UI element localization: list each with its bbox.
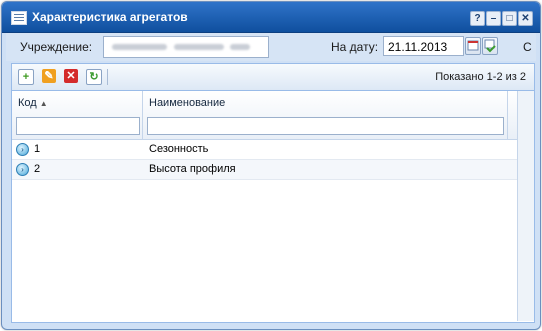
toolbar: + ✎ ✕ ↻ Показано 1-2 из 2 bbox=[12, 64, 534, 91]
maximize-button[interactable]: □ bbox=[502, 11, 517, 26]
toolbar-separator bbox=[107, 69, 108, 85]
table-row[interactable]: › 1 Сезонность bbox=[12, 140, 517, 160]
delete-button[interactable]: ✕ bbox=[64, 69, 78, 83]
row-code: 1 bbox=[34, 143, 41, 155]
date-input[interactable]: 21.11.2013 bbox=[383, 36, 464, 56]
date-apply-button[interactable] bbox=[482, 37, 498, 55]
help-button[interactable]: ? bbox=[470, 11, 485, 26]
column-separator bbox=[507, 91, 508, 139]
add-icon: + bbox=[22, 71, 30, 83]
grid-header: Код ▲ Наименование bbox=[12, 91, 534, 140]
edit-icon: ✎ bbox=[44, 70, 54, 82]
expand-row-icon[interactable]: › bbox=[16, 163, 29, 176]
filter-bar: Учреждение: На дату: 21.11.2013 С bbox=[6, 33, 536, 61]
date-apply-icon bbox=[484, 39, 496, 53]
minimize-button[interactable]: – bbox=[486, 11, 501, 26]
window-list-icon bbox=[11, 11, 27, 25]
column-header-name[interactable]: Наименование bbox=[149, 91, 225, 114]
refresh-icon: ↻ bbox=[89, 71, 99, 83]
add-button[interactable]: + bbox=[18, 69, 34, 85]
column-separator bbox=[142, 91, 143, 139]
close-button[interactable]: ✕ bbox=[518, 11, 533, 26]
institution-label: Учреждение: bbox=[20, 40, 93, 54]
grid-panel: + ✎ ✕ ↻ Показано 1-2 из 2 Код ▲ Наименов… bbox=[11, 63, 535, 323]
overflow-label: С bbox=[523, 40, 532, 54]
code-filter-input[interactable] bbox=[16, 117, 140, 135]
name-filter-input[interactable] bbox=[147, 117, 504, 135]
row-name: Сезонность bbox=[149, 143, 209, 155]
row-code: 2 bbox=[34, 163, 41, 175]
table-row[interactable]: › 2 Высота профиля bbox=[12, 160, 517, 180]
column-header-code[interactable]: Код ▲ bbox=[18, 91, 48, 114]
window: Характеристика агрегатов ? – □ ✕ Учрежде… bbox=[1, 1, 541, 330]
paging-info: Показано 1-2 из 2 bbox=[435, 71, 526, 83]
calendar-button[interactable] bbox=[465, 37, 481, 55]
date-label: На дату: bbox=[331, 40, 379, 54]
column-code-label: Код bbox=[18, 97, 37, 109]
expand-row-icon[interactable]: › bbox=[16, 143, 29, 156]
calendar-icon bbox=[467, 40, 479, 51]
institution-field[interactable] bbox=[103, 36, 269, 58]
vertical-scrollbar[interactable] bbox=[517, 91, 534, 321]
window-title: Характеристика агрегатов bbox=[32, 10, 188, 24]
title-bar: Характеристика агрегатов ? – □ ✕ bbox=[2, 2, 540, 33]
edit-button[interactable]: ✎ bbox=[42, 69, 56, 83]
row-name: Высота профиля bbox=[149, 163, 236, 175]
refresh-button[interactable]: ↻ bbox=[86, 69, 102, 85]
delete-icon: ✕ bbox=[66, 70, 76, 82]
sort-asc-icon: ▲ bbox=[39, 99, 48, 108]
